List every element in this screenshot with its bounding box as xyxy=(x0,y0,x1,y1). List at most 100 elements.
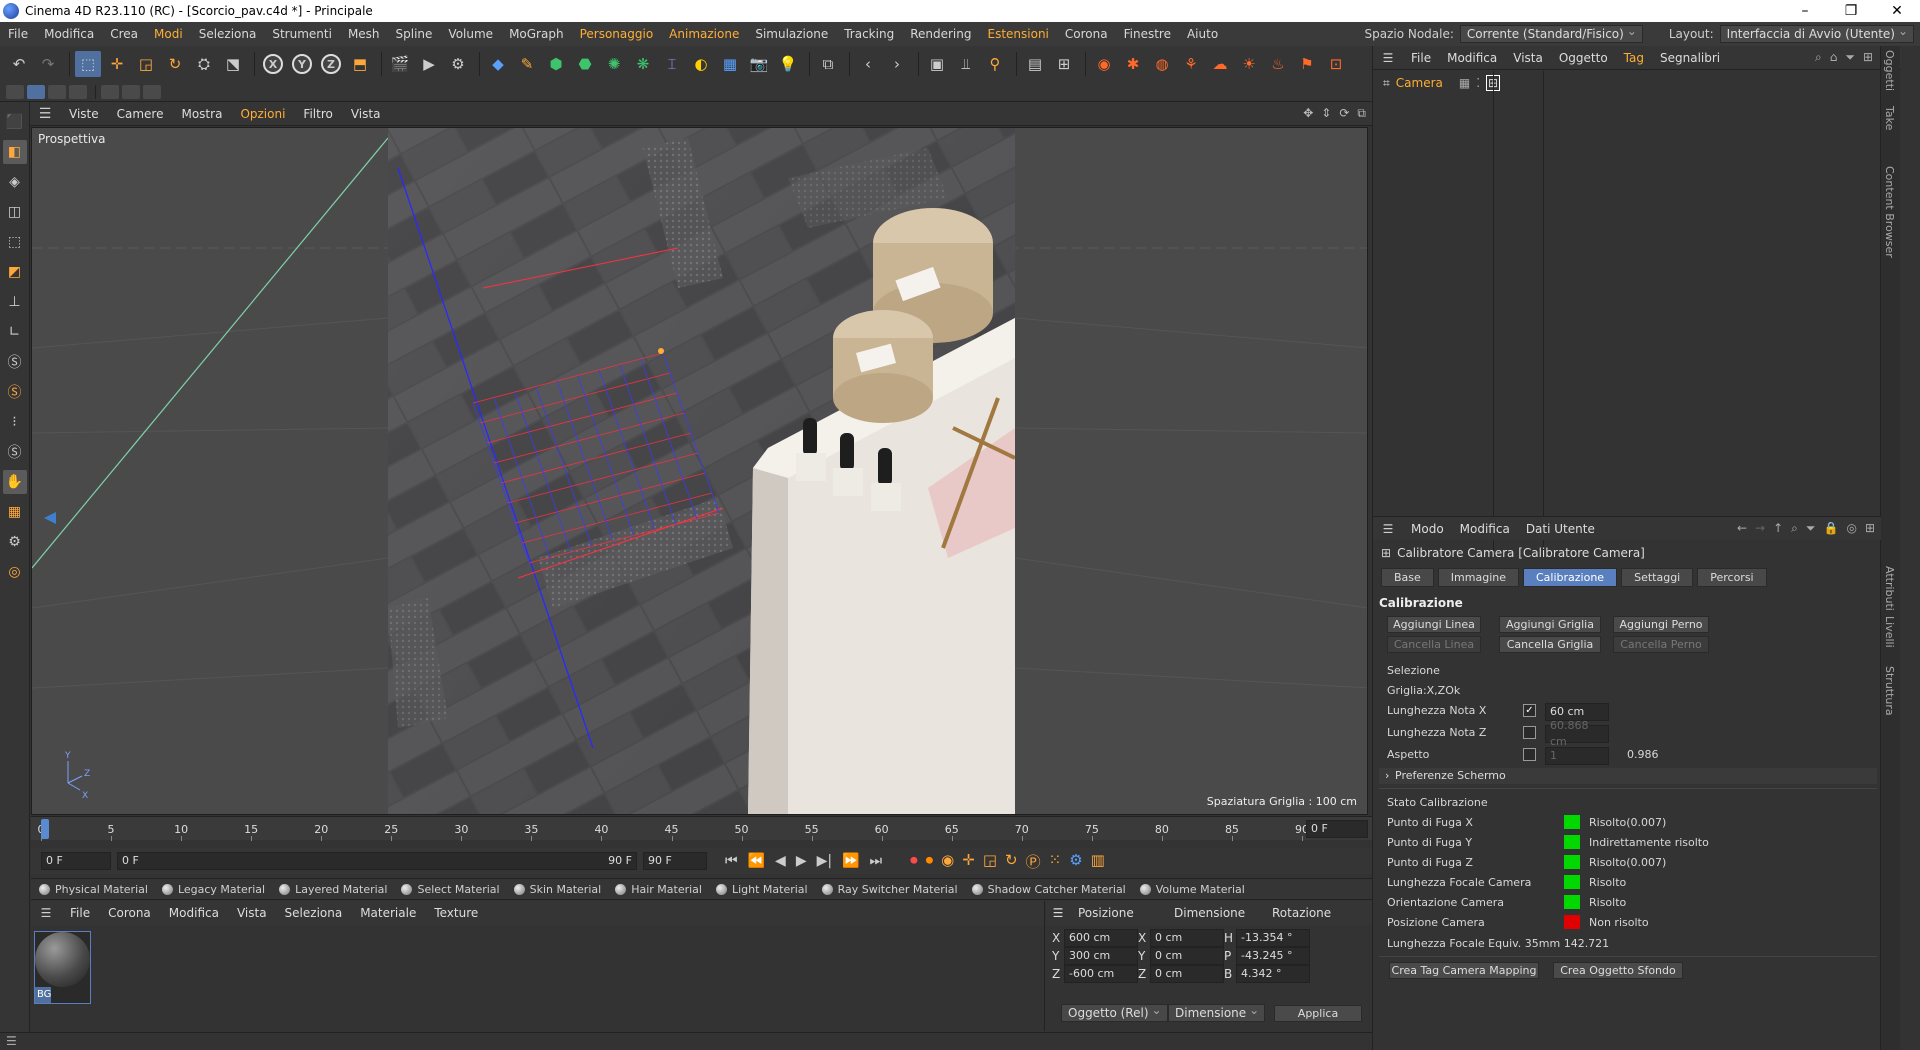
apply-button[interactable]: Applica xyxy=(1274,1005,1362,1022)
mode-edges-icon[interactable] xyxy=(48,84,66,99)
pos-field[interactable]: -600 cm xyxy=(1064,965,1138,983)
points-mode-icon[interactable]: ◫ xyxy=(3,200,27,224)
mode-model-icon[interactable] xyxy=(6,84,24,99)
model-mode-icon[interactable]: ◧ xyxy=(2,140,27,164)
perspective-viewport[interactable]: Y Z X Prospettiva Spaziatura Griglia: 1… xyxy=(31,127,1368,815)
viewport-menu-filtro[interactable]: Filtro xyxy=(294,107,341,121)
viewport-menu-viste[interactable]: Viste xyxy=(60,107,108,121)
transform-icon[interactable]: ⬔ xyxy=(220,51,246,77)
object-menu-modifica[interactable]: Modifica xyxy=(1439,51,1505,65)
material-menu-modifica[interactable]: Modifica xyxy=(160,906,228,920)
material-swatch[interactable]: BG xyxy=(34,931,91,1004)
menu-animazione[interactable]: Animazione xyxy=(661,27,747,41)
enable-axis-icon[interactable] xyxy=(101,84,119,99)
filter-icon[interactable]: ⏷ xyxy=(1845,50,1855,65)
material-tab-skin-material[interactable]: Skin Material xyxy=(513,883,601,896)
minimize-button[interactable]: – xyxy=(1782,3,1828,19)
workplane-icon[interactable]: ⊞ xyxy=(1051,51,1077,77)
y-axis-icon[interactable]: Y xyxy=(289,51,315,77)
material-tab-physical-material[interactable]: Physical Material xyxy=(39,883,148,896)
motion-system-icon[interactable]: ⚙ xyxy=(1069,851,1082,872)
key-pla-icon[interactable]: ⁙ xyxy=(1049,851,1062,872)
interactive-render-icon[interactable]: ⧉ xyxy=(815,51,841,77)
material-tab-select-material[interactable]: Select Material xyxy=(401,883,500,896)
dolly-icon[interactable]: ⇕ xyxy=(1321,106,1331,121)
dimension-mode-dropdown[interactable]: Dimensione xyxy=(1168,1003,1266,1022)
object-menu-tag[interactable]: Tag xyxy=(1616,51,1652,65)
menu-file[interactable]: File xyxy=(0,27,36,41)
grid-icon[interactable]: ▦ xyxy=(3,500,27,524)
menu-strumenti[interactable]: Strumenti xyxy=(264,27,340,41)
side-tab-livelli[interactable]: Livelli xyxy=(1883,616,1896,648)
go-to-start-icon[interactable]: ⏮ xyxy=(725,853,738,869)
corona-material-icon[interactable]: ◍ xyxy=(1149,51,1175,77)
material-tab-volume-material[interactable]: Volume Material xyxy=(1139,883,1245,896)
record-icon[interactable]: ⏺ xyxy=(910,851,918,872)
viewport-menu-vista[interactable]: Vista xyxy=(342,107,390,121)
pan-icon[interactable]: ✥ xyxy=(1303,106,1313,121)
timeline-window-icon[interactable]: ▥ xyxy=(1091,851,1105,872)
brush-icon[interactable]: ✋ xyxy=(2,470,27,494)
rotate-icon[interactable]: ↻ xyxy=(162,51,188,77)
forward-arrow-icon[interactable]: → xyxy=(1755,521,1765,536)
side-tab-struttura[interactable]: Struttura xyxy=(1883,666,1896,716)
mode-polygons-icon[interactable] xyxy=(69,84,87,99)
prev-key-icon[interactable]: ⏪ xyxy=(748,853,765,869)
corona-cloud-icon[interactable]: ☁ xyxy=(1207,51,1233,77)
attribute-menu-icon[interactable]: ☰ xyxy=(1373,522,1403,536)
viewport-menu-camere[interactable]: Camere xyxy=(108,107,173,121)
next-frame-icon[interactable]: ▶| xyxy=(817,853,832,869)
snap-s3-icon[interactable]: Ⓢ xyxy=(3,440,27,464)
redo-icon[interactable]: ↷ xyxy=(35,51,61,77)
menu-spline[interactable]: Spline xyxy=(388,27,441,41)
deformer-icon[interactable]: ⌶ xyxy=(659,51,685,77)
material-menu-corona[interactable]: Corona xyxy=(99,906,160,920)
corona-proxy-icon[interactable]: ⚘ xyxy=(1178,51,1204,77)
node-space-dropdown[interactable]: Corrente (Standard/Fisico) xyxy=(1459,24,1643,43)
key-scale-icon[interactable]: ◲ xyxy=(983,851,997,872)
aspect-field[interactable]: 1 xyxy=(1545,747,1609,765)
object-menu-oggetto[interactable]: Oggetto xyxy=(1551,51,1616,65)
maximize-view-icon[interactable]: ⧉ xyxy=(1357,106,1366,121)
attr-tab-calibrazione[interactable]: Calibrazione xyxy=(1523,568,1618,587)
attr-tab-base[interactable]: Base xyxy=(1381,568,1434,587)
side-tab-oggetti[interactable]: Oggetti xyxy=(1883,50,1896,91)
key-position-icon[interactable]: ✛ xyxy=(962,851,975,872)
search-icon[interactable]: ⌕ xyxy=(1815,50,1822,65)
dim-field[interactable]: 0 cm xyxy=(1150,947,1224,965)
material-tab-light-material[interactable]: Light Material xyxy=(715,883,808,896)
menu-finestre[interactable]: Finestre xyxy=(1116,27,1179,41)
workplane-mode-icon[interactable]: ∟ xyxy=(3,320,27,344)
current-frame-field[interactable]: 0 F xyxy=(1306,820,1368,838)
coords-menu-icon[interactable]: ☰ xyxy=(1046,906,1070,920)
magnet-icon[interactable]: ⚲ xyxy=(982,51,1008,77)
solo-icon[interactable]: ◎ xyxy=(3,560,27,584)
rot-field[interactable]: 4.342 ° xyxy=(1236,965,1310,983)
object-menu-segnalibri[interactable]: Segnalibri xyxy=(1652,51,1728,65)
render-picture-viewer-icon[interactable]: ▶ xyxy=(416,51,442,77)
end-frame-field[interactable]: 90 F xyxy=(643,852,707,870)
scale-icon[interactable]: ◲ xyxy=(133,51,159,77)
menu-volume[interactable]: Volume xyxy=(440,27,501,41)
object-row-camera[interactable]: ⌗ Camera ▦ ⁚ ⊞ xyxy=(1383,75,1501,91)
corona-render-icon[interactable]: ◉ xyxy=(1091,51,1117,77)
polygons-mode-icon[interactable]: ◩ xyxy=(3,260,27,284)
add-line-button[interactable]: Aggiungi Linea xyxy=(1387,616,1481,633)
new-window-icon[interactable]: ⊞ xyxy=(1863,50,1873,65)
menu-mesh[interactable]: Mesh xyxy=(340,27,388,41)
next-key-icon[interactable]: ⏩ xyxy=(842,853,859,869)
coord-mode-dropdown[interactable]: Oggetto (Rel) xyxy=(1061,1003,1168,1022)
object-menu-file[interactable]: File xyxy=(1403,51,1439,65)
cube-icon[interactable]: ◆ xyxy=(485,51,511,77)
key-rotation-icon[interactable]: ↻ xyxy=(1005,851,1018,872)
menu-rendering[interactable]: Rendering xyxy=(902,27,979,41)
material-tab-shadow-catcher-material[interactable]: Shadow Catcher Material xyxy=(971,883,1126,896)
undo-icon[interactable]: ↶ xyxy=(6,51,32,77)
recent-tools-icon[interactable]: ⛭ xyxy=(191,51,217,77)
menu-modifica[interactable]: Modifica xyxy=(36,27,102,41)
menu-tracking[interactable]: Tracking xyxy=(836,27,902,41)
material-menu-materiale[interactable]: Materiale xyxy=(351,906,425,920)
menu-mograph[interactable]: MoGraph xyxy=(501,27,572,41)
material-tab-layered-material[interactable]: Layered Material xyxy=(279,883,387,896)
menu-corona[interactable]: Corona xyxy=(1057,27,1116,41)
